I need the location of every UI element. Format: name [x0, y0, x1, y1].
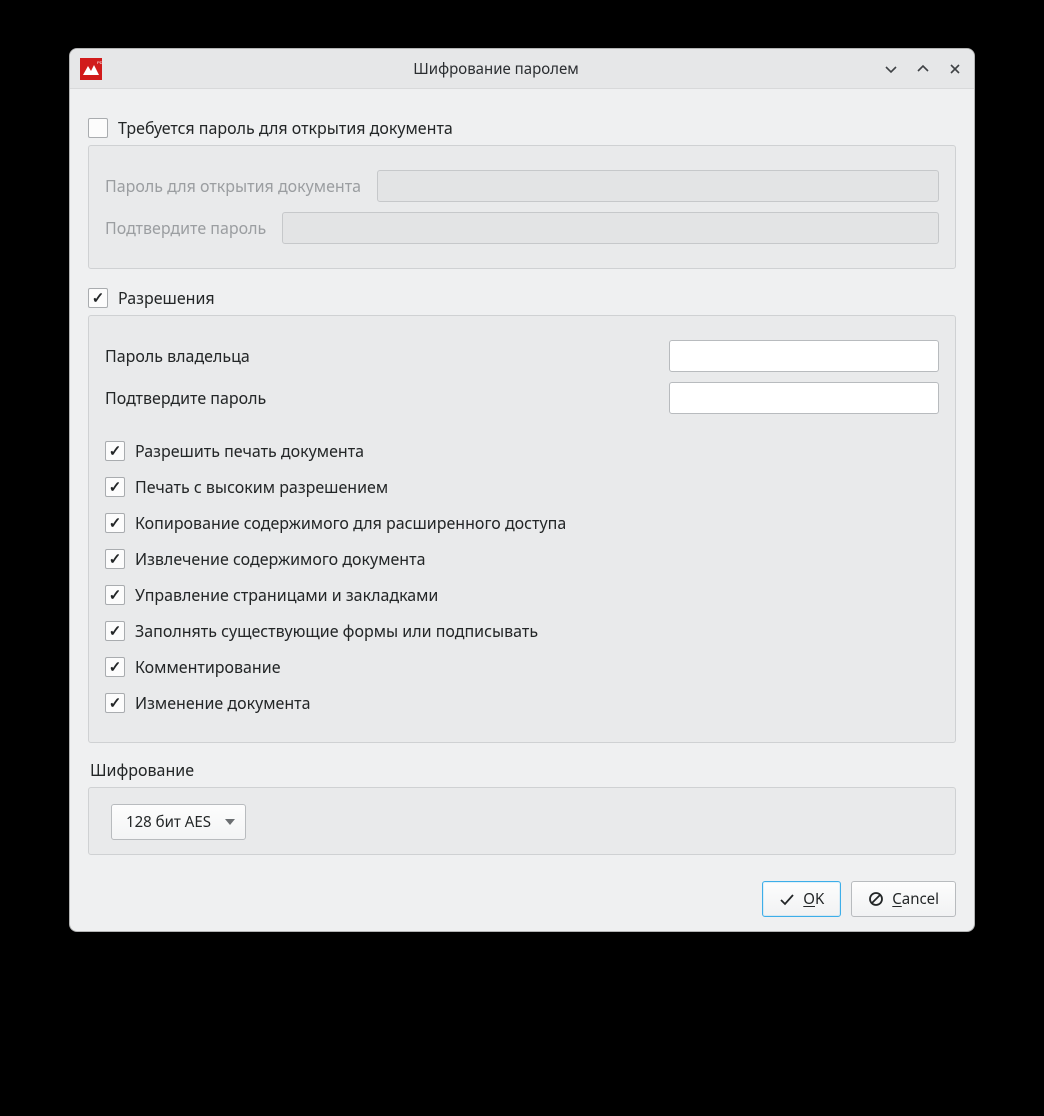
encryption-label: Шифрование: [90, 759, 956, 781]
maximize-button[interactable]: [914, 60, 932, 78]
check-icon: [779, 891, 795, 907]
window-controls: [882, 60, 964, 78]
dialog-buttons: OK Cancel: [88, 855, 956, 917]
dialog-window: PDF Шифрование паролем Требуется пароль …: [69, 48, 975, 932]
perm-label: Извлечение содержимого документа: [135, 548, 425, 570]
permissions-row: Разрешения: [88, 287, 956, 309]
perm-item: Печать с высоким разрешением: [105, 476, 939, 498]
perm-label: Разрешить печать документа: [135, 440, 364, 462]
encryption-panel: 128 бит AES: [88, 787, 956, 855]
perm-checkbox-commenting[interactable]: [105, 657, 125, 677]
owner-password-confirm-label: Подтвердите пароль: [105, 387, 266, 409]
owner-password-input[interactable]: [669, 340, 939, 372]
app-icon: PDF: [80, 58, 102, 80]
perm-label: Изменение документа: [135, 692, 311, 714]
permissions-panel: Пароль владельца Подтвердите пароль Разр…: [88, 315, 956, 743]
svg-text:PDF: PDF: [97, 60, 102, 65]
perm-checkbox-print[interactable]: [105, 441, 125, 461]
perm-checkbox-fill-forms[interactable]: [105, 621, 125, 641]
perm-label: Печать с высоким разрешением: [135, 476, 388, 498]
open-password-input: [377, 170, 939, 202]
perm-item: Извлечение содержимого документа: [105, 548, 939, 570]
open-password-label: Пароль для открытия документа: [105, 175, 361, 197]
permissions-label: Разрешения: [118, 287, 215, 309]
owner-password-confirm-input[interactable]: [669, 382, 939, 414]
minimize-button[interactable]: [882, 60, 900, 78]
permissions-checkbox[interactable]: [88, 288, 108, 308]
encryption-selected: 128 бит AES: [126, 812, 211, 832]
close-button[interactable]: [946, 60, 964, 78]
open-password-row: Пароль для открытия документа: [105, 170, 939, 202]
window-title: Шифрование паролем: [110, 59, 882, 79]
perm-label: Управление страницами и закладками: [135, 584, 438, 606]
perm-checkbox-print-highres[interactable]: [105, 477, 125, 497]
perm-checkbox-extract[interactable]: [105, 549, 125, 569]
titlebar: PDF Шифрование паролем: [70, 49, 974, 89]
require-open-password-row: Требуется пароль для открытия документа: [88, 117, 956, 139]
cancel-button-label: Cancel: [892, 889, 939, 909]
owner-password-label: Пароль владельца: [105, 345, 250, 367]
cancel-button[interactable]: Cancel: [851, 881, 956, 917]
cancel-icon: [868, 891, 884, 907]
dialog-content: Требуется пароль для открытия документа …: [70, 89, 974, 931]
open-password-confirm-input: [282, 212, 939, 244]
perm-checkbox-manage-pages[interactable]: [105, 585, 125, 605]
encryption-combo[interactable]: 128 бит AES: [111, 804, 246, 840]
perm-item: Комментирование: [105, 656, 939, 678]
perm-item: Копирование содержимого для расширенного…: [105, 512, 939, 534]
owner-password-row: Пароль владельца: [105, 340, 939, 372]
perm-item: Управление страницами и закладками: [105, 584, 939, 606]
require-open-password-checkbox[interactable]: [88, 118, 108, 138]
open-password-confirm-label: Подтвердите пароль: [105, 217, 266, 239]
chevron-down-icon: [225, 819, 235, 825]
perm-checkbox-modify[interactable]: [105, 693, 125, 713]
perm-label: Заполнять существующие формы или подписы…: [135, 620, 538, 642]
perm-item: Заполнять существующие формы или подписы…: [105, 620, 939, 642]
perm-item: Изменение документа: [105, 692, 939, 714]
perm-item: Разрешить печать документа: [105, 440, 939, 462]
owner-password-confirm-row: Подтвердите пароль: [105, 382, 939, 414]
perm-label: Комментирование: [135, 656, 281, 678]
open-password-panel: Пароль для открытия документа Подтвердит…: [88, 145, 956, 269]
ok-button[interactable]: OK: [762, 881, 841, 917]
perm-label: Копирование содержимого для расширенного…: [135, 512, 566, 534]
perm-checkbox-copy-accessibility[interactable]: [105, 513, 125, 533]
require-open-password-label: Требуется пароль для открытия документа: [118, 117, 453, 139]
permissions-list: Разрешить печать документа Печать с высо…: [105, 440, 939, 714]
ok-button-label: OK: [803, 889, 824, 909]
open-password-confirm-row: Подтвердите пароль: [105, 212, 939, 244]
